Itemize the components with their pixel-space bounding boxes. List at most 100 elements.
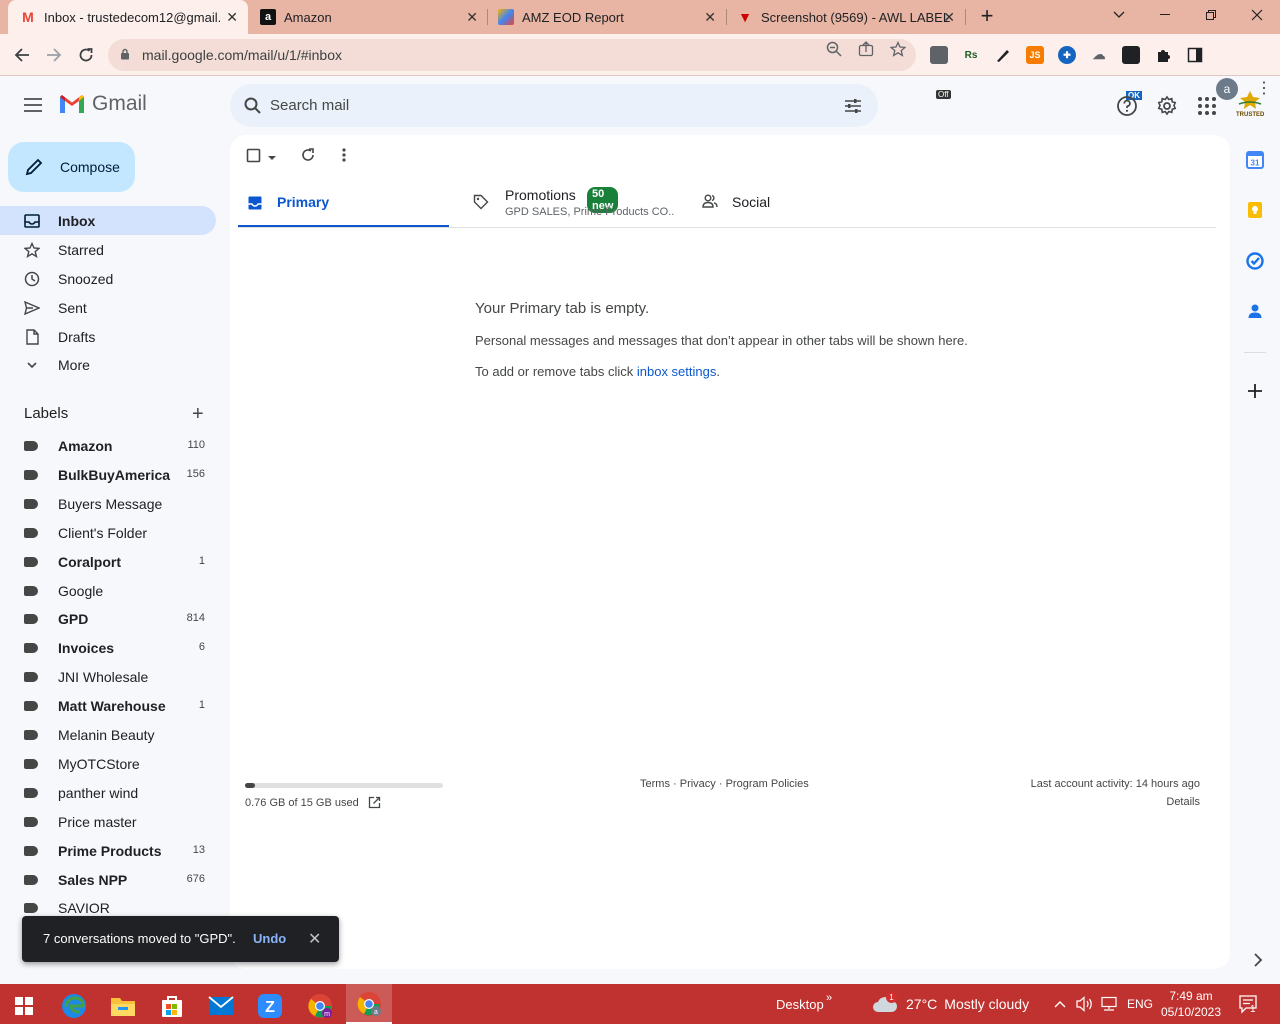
keep-icon[interactable] <box>1245 200 1265 220</box>
chrome-profile-m-icon[interactable]: m <box>300 988 340 1024</box>
help-icon[interactable] <box>1116 95 1138 117</box>
add-label-icon[interactable]: + <box>192 403 204 426</box>
label-item[interactable]: Price master <box>0 808 216 836</box>
calendar-icon[interactable]: 31 <box>1245 150 1265 170</box>
open-external-icon[interactable] <box>368 796 381 809</box>
nav-item-more[interactable]: More <box>0 350 216 379</box>
tab-search-button[interactable] <box>1096 0 1142 30</box>
add-addon-icon[interactable] <box>1245 381 1265 401</box>
notifications-icon[interactable]: 1 <box>1238 984 1258 1024</box>
select-all-checkbox[interactable] <box>246 148 262 169</box>
start-windows-icon[interactable] <box>4 988 44 1024</box>
toolbar-expand-icon[interactable]: » <box>826 978 832 1018</box>
js-extension-icon[interactable]: JS <box>1026 46 1044 64</box>
contacts-icon[interactable] <box>1245 301 1265 321</box>
search-options-icon[interactable] <box>844 97 862 115</box>
weather-widget[interactable]: 1 27°C Mostly cloudy <box>872 984 1029 1024</box>
privacy-link[interactable]: Privacy <box>680 778 716 790</box>
more-options-icon[interactable] <box>342 148 346 167</box>
mail-app-icon[interactable] <box>201 988 241 1024</box>
main-menu-icon[interactable] <box>24 98 42 112</box>
label-item[interactable]: Google <box>0 577 216 605</box>
browser-tab-gmail[interactable]: M Inbox - trustedecom12@gmail.c ✕ <box>8 0 248 34</box>
pen-extension-icon[interactable] <box>994 46 1012 64</box>
address-bar[interactable]: mail.google.com/mail/u/1/#inbox <box>108 39 916 71</box>
extension-off-icon[interactable] <box>930 46 948 64</box>
rs-extension-icon[interactable]: Rs <box>962 46 980 64</box>
refresh-icon[interactable] <box>300 147 316 168</box>
minimize-button[interactable] <box>1142 0 1188 30</box>
label-item[interactable]: Coralport 1 <box>0 548 216 576</box>
clock[interactable]: 7:49 am 05/10/2023 <box>1156 984 1226 1024</box>
search-bar[interactable] <box>230 84 878 127</box>
puzzle-icon[interactable] <box>1154 46 1172 64</box>
terms-link[interactable]: Terms <box>640 778 670 790</box>
nav-item-snoozed[interactable]: Snoozed <box>0 264 216 293</box>
settings-gear-icon[interactable] <box>1156 95 1178 117</box>
label-item[interactable]: Sales NPP 676 <box>0 866 216 894</box>
label-item[interactable]: Melanin Beauty <box>0 721 216 749</box>
activity-details-link[interactable]: Details <box>1100 796 1200 808</box>
speaker-icon[interactable] <box>1076 984 1094 1024</box>
globe-extension-icon[interactable]: ✚ <box>1058 46 1076 64</box>
label-item[interactable]: Client's Folder <box>0 519 216 547</box>
side-panel-icon[interactable] <box>1186 46 1204 64</box>
language-indicator[interactable]: ENG <box>1127 984 1153 1024</box>
nav-item-inbox[interactable]: Inbox <box>0 206 216 235</box>
compose-button[interactable]: Compose <box>8 142 135 192</box>
program-policies-link[interactable]: Program Policies <box>726 778 809 790</box>
tab-social[interactable]: Social <box>238 186 770 228</box>
close-tab-icon[interactable]: ✕ <box>226 9 238 26</box>
file-explorer-icon[interactable] <box>103 988 143 1024</box>
label-item[interactable]: Buyers Message <box>0 490 216 518</box>
zoom-icon[interactable] <box>826 41 842 61</box>
label-item[interactable]: panther wind <box>0 779 216 807</box>
profile-avatar[interactable]: a <box>1216 78 1238 100</box>
label-item[interactable]: MyOTCStore <box>0 750 216 778</box>
label-item[interactable]: Amazon 110 <box>0 432 216 460</box>
cloud-extension-icon[interactable]: ☁ <box>1090 46 1108 64</box>
tasks-icon[interactable] <box>1245 251 1265 271</box>
apps-grid-icon[interactable] <box>1196 95 1218 117</box>
close-tab-icon[interactable]: ✕ <box>704 9 716 26</box>
bookmark-star-icon[interactable] <box>889 40 907 61</box>
inbox-settings-link[interactable]: inbox settings <box>637 364 717 379</box>
desktop-toolbar-label[interactable]: Desktop <box>776 984 824 1024</box>
account-avatar[interactable]: TRUSTED <box>1236 90 1264 120</box>
label-item[interactable]: BulkBuyAmerica 156 <box>0 461 216 489</box>
select-dropdown-icon[interactable] <box>267 150 277 168</box>
nav-item-drafts[interactable]: Drafts <box>0 322 216 351</box>
microsoft-store-icon[interactable] <box>152 988 192 1024</box>
search-icon[interactable] <box>243 96 263 116</box>
gmail-logo[interactable]: Gmail <box>58 92 147 116</box>
reload-button[interactable] <box>73 42 99 68</box>
label-item[interactable]: Matt Warehouse 1 <box>0 692 216 720</box>
close-window-button[interactable] <box>1234 0 1280 30</box>
back-button[interactable] <box>9 42 35 68</box>
ok-extension-icon[interactable] <box>1122 46 1140 64</box>
search-input[interactable] <box>270 84 830 127</box>
label-item[interactable]: GPD 814 <box>0 605 216 633</box>
browser-tab-amz-eod[interactable]: AMZ EOD Report ✕ <box>488 0 726 34</box>
zoom-app-icon[interactable]: Z <box>250 988 290 1024</box>
nav-item-starred[interactable]: Starred <box>0 235 216 264</box>
close-tab-icon[interactable]: ✕ <box>943 9 955 26</box>
undo-button[interactable]: Undo <box>253 931 286 946</box>
edge-icon[interactable] <box>54 988 94 1024</box>
label-item[interactable]: JNI Wholesale <box>0 663 216 691</box>
browser-tab-screenshot[interactable]: ▼ Screenshot (9569) - AWL LABEL ✕ <box>727 0 965 34</box>
forward-button[interactable] <box>41 42 67 68</box>
network-icon[interactable] <box>1100 984 1118 1024</box>
tray-chevron-up-icon[interactable] <box>1054 984 1066 1024</box>
chevron-right-icon[interactable] <box>1248 950 1268 970</box>
restore-button[interactable] <box>1188 0 1234 30</box>
share-icon[interactable] <box>858 41 874 61</box>
label-item[interactable]: Prime Products 13 <box>0 837 216 865</box>
close-icon[interactable]: ✕ <box>308 929 321 949</box>
nav-item-sent[interactable]: Sent <box>0 293 216 322</box>
label-item[interactable]: Invoices 6 <box>0 634 216 662</box>
browser-tab-amazon[interactable]: a Amazon ✕ <box>248 0 488 34</box>
chrome-profile-a-icon[interactable]: a <box>346 984 392 1024</box>
new-tab-button[interactable]: + <box>976 5 998 27</box>
close-tab-icon[interactable]: ✕ <box>466 9 478 26</box>
